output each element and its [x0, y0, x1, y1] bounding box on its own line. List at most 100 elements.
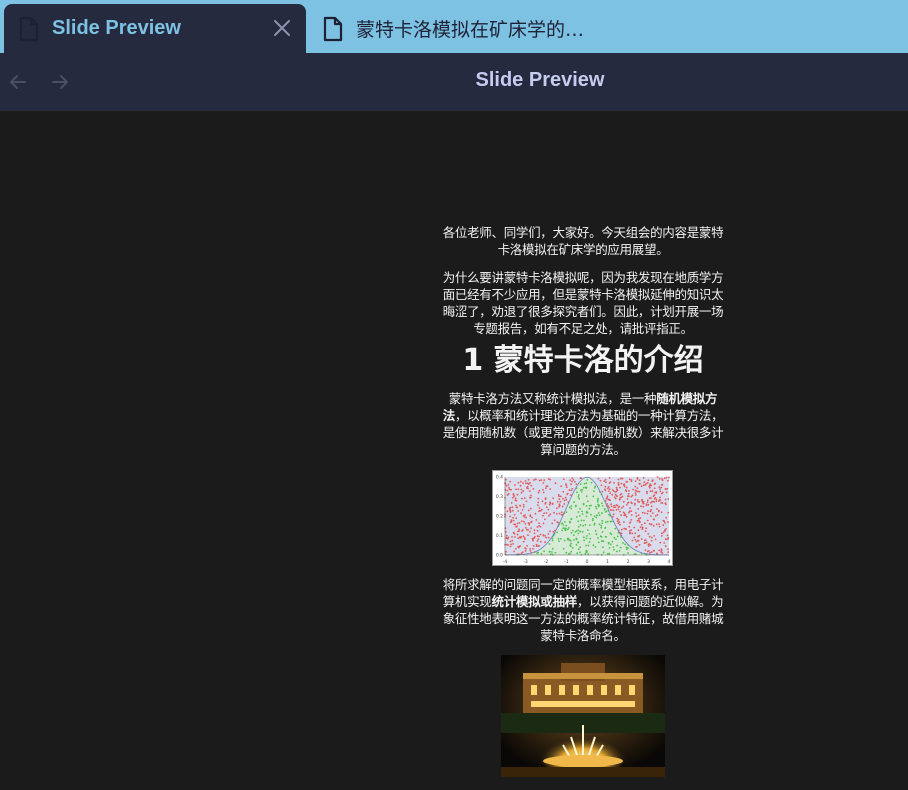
point-outside [538, 507, 541, 509]
point-outside [531, 537, 534, 540]
point-inside [597, 512, 600, 514]
point-outside [639, 526, 642, 529]
point-outside [547, 536, 550, 539]
point-outside [609, 481, 612, 483]
point-outside [646, 499, 649, 502]
point-outside [614, 497, 617, 500]
point-inside [579, 507, 581, 510]
point-outside [522, 503, 525, 506]
point-outside [542, 488, 544, 491]
point-inside [583, 536, 585, 539]
point-outside [614, 506, 617, 508]
x-tick-label: 2 [627, 559, 630, 565]
point-inside [585, 487, 587, 489]
point-outside [507, 537, 509, 540]
point-inside [565, 511, 568, 513]
point-outside [619, 496, 622, 499]
point-inside [599, 535, 602, 538]
point-outside [505, 485, 508, 487]
point-outside [536, 526, 539, 528]
point-outside [524, 538, 526, 541]
point-outside [667, 548, 669, 550]
point-outside [534, 478, 537, 481]
tab-slide-preview[interactable]: Slide Preview [4, 4, 306, 53]
point-outside [645, 527, 647, 530]
point-outside [515, 526, 517, 528]
point-outside [607, 487, 609, 490]
point-outside [634, 498, 637, 501]
point-outside [609, 499, 611, 502]
point-outside [509, 540, 512, 543]
point-outside [545, 487, 547, 489]
point-outside [521, 509, 524, 511]
point-inside [587, 529, 589, 531]
point-outside [666, 487, 668, 490]
point-outside [666, 534, 669, 537]
point-outside [530, 484, 533, 487]
file-icon [19, 16, 39, 41]
point-inside [590, 504, 592, 507]
point-outside [559, 500, 562, 503]
point-outside [537, 491, 540, 494]
point-outside [610, 505, 613, 508]
point-outside [510, 543, 512, 546]
section-heading: 1 蒙特卡洛的介绍 [462, 343, 704, 378]
point-outside [656, 552, 658, 555]
point-inside [556, 531, 558, 534]
point-outside [661, 502, 664, 504]
point-outside [549, 502, 552, 505]
point-outside [606, 495, 609, 497]
tab-document[interactable]: 蒙特卡洛模拟在矿床学的… [318, 4, 618, 53]
point-inside [582, 524, 584, 527]
point-inside [593, 490, 595, 492]
point-outside [663, 529, 666, 532]
point-outside [554, 482, 557, 485]
point-outside [619, 523, 621, 526]
point-outside [549, 513, 552, 516]
point-outside [527, 483, 530, 486]
point-outside [566, 493, 568, 496]
point-outside [615, 494, 618, 497]
point-outside [530, 494, 532, 497]
point-outside [509, 480, 511, 483]
close-icon[interactable] [272, 18, 292, 38]
point-outside [644, 522, 646, 525]
point-inside [588, 507, 591, 510]
point-outside [522, 506, 525, 508]
point-inside [576, 552, 578, 555]
point-outside [601, 490, 604, 493]
point-inside [574, 505, 577, 508]
point-inside [585, 495, 588, 498]
point-outside [560, 511, 563, 514]
point-outside [659, 496, 661, 499]
point-outside [625, 528, 627, 531]
point-inside [590, 513, 592, 516]
point-inside [601, 512, 603, 515]
point-outside [638, 490, 641, 493]
point-outside [650, 536, 653, 539]
point-outside [529, 496, 531, 499]
point-inside [594, 505, 597, 508]
point-outside [646, 492, 648, 495]
point-outside [634, 492, 637, 495]
point-inside [560, 522, 563, 525]
point-outside [521, 551, 524, 554]
scatter-plot: -4 -3 -2 -1 0 1 2 3 4 0.0 0.1 0.2 0.3 0.4 [496, 475, 671, 566]
point-outside [532, 545, 535, 547]
point-outside [648, 485, 651, 488]
point-outside [509, 510, 512, 512]
point-outside [511, 509, 514, 512]
point-outside [512, 519, 515, 522]
point-inside [585, 511, 588, 514]
point-outside [662, 519, 665, 522]
point-outside [625, 490, 628, 493]
point-inside [600, 526, 603, 529]
point-outside [616, 489, 619, 492]
point-inside [590, 481, 593, 484]
point-outside [536, 529, 539, 532]
point-inside [570, 545, 572, 548]
point-outside [579, 477, 582, 479]
point-outside [527, 478, 530, 481]
point-outside [527, 487, 529, 490]
point-outside [549, 488, 552, 490]
